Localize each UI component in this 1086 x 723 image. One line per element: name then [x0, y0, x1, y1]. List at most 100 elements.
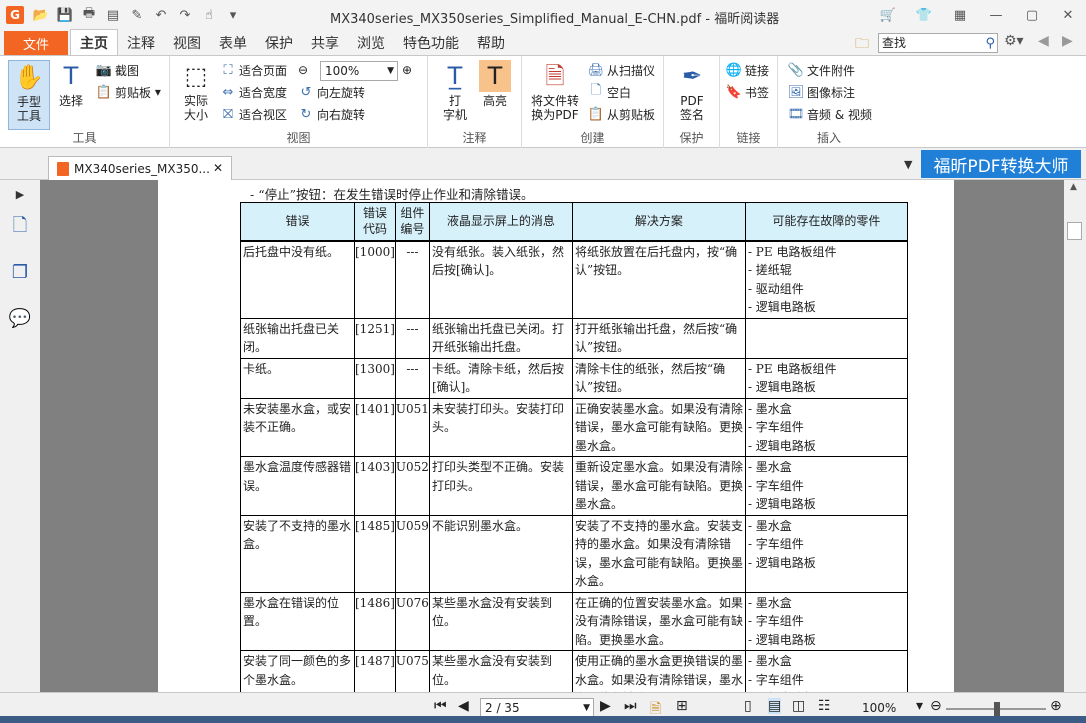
tab-list-dropdown-icon[interactable]: ▼ [904, 158, 912, 171]
tab-form[interactable]: 表单 [210, 31, 256, 55]
print-icon[interactable]: 🖶 [78, 5, 100, 25]
document-viewport[interactable]: - “停止”按钮：在发生错误时停止作业和清除错误。 错误 错误 代码 组件 编号… [40, 180, 1064, 692]
tab-browse[interactable]: 浏览 [348, 31, 394, 55]
hand-tool-button[interactable]: ✋ 手型 工具 [8, 60, 50, 130]
app-grid-icon[interactable]: ▦ [942, 2, 978, 28]
cart-icon[interactable]: 🛒 [870, 2, 906, 28]
close-tab-icon[interactable]: ✕ [213, 161, 223, 175]
tab-file[interactable]: 文件 [4, 31, 68, 55]
search-input[interactable]: 查找 ⚲ [878, 33, 998, 53]
tab-protect[interactable]: 保护 [256, 31, 302, 55]
scroll-thumb[interactable] [1067, 222, 1082, 240]
status-zoom-value: 100% [862, 701, 897, 715]
vertical-scrollbar[interactable]: ▲ [1064, 180, 1086, 692]
nav-back-icon[interactable]: ◀ [1038, 33, 1049, 49]
convert-to-pdf-button[interactable]: 🗎 将文件转 换为PDF [528, 60, 582, 122]
continuous-page-icon[interactable]: ▤ [768, 698, 782, 714]
find-folder-icon[interactable]: 🗀 [855, 33, 869, 57]
title-bar: G 📂 💾 🖶 ▤ ✎ ↶ ↷ ☝ ▾ MX340series_MX350ser… [0, 0, 1086, 30]
app-logo-icon[interactable]: G [6, 6, 24, 24]
reading-mode-icon[interactable]: ⊞ [676, 698, 688, 714]
search-icon[interactable]: ⚲ [985, 35, 995, 53]
undo-icon[interactable]: ↶ [150, 5, 172, 25]
zoom-out-icon[interactable]: ⊖ [298, 60, 308, 80]
highlight-button[interactable]: T 高亮 [478, 60, 512, 108]
nav-forward-icon[interactable]: ▶ [1062, 33, 1073, 49]
prev-page-icon[interactable]: ◀ [458, 698, 469, 714]
fit-visible-button[interactable]: ⛝ 适合视区 [220, 104, 287, 124]
document-tab[interactable]: MX340series_MX350... ✕ [48, 156, 232, 180]
comments-panel-icon[interactable]: 💬 [8, 306, 32, 330]
restore-icon[interactable]: ▢ [1014, 2, 1050, 28]
component-cell: U051 [394, 397, 430, 457]
pages-panel-icon[interactable]: ❐ [8, 260, 32, 284]
save-icon[interactable]: 💾 [54, 5, 76, 25]
scroll-up-icon[interactable]: ▲ [1070, 182, 1077, 192]
zoom-select[interactable]: 100% ▼ [320, 61, 398, 81]
header-parts: 可能存在故障的零件 [744, 202, 908, 242]
customize-dropdown-icon[interactable]: ▾ [222, 5, 244, 25]
typewriter-button[interactable]: T̲ 打 字机 [438, 60, 472, 122]
clipboard-button[interactable]: 📋 剪贴板 ▾ [96, 82, 161, 102]
bookmarks-panel-icon[interactable]: 🗋 [8, 215, 32, 240]
group-create: 🗎 将文件转 换为PDF 🖨 从扫描仪 🗋 空白 📋 从剪贴板 创建 [522, 56, 664, 148]
single-page-icon[interactable]: ▯ [744, 698, 752, 714]
zoom-in-icon[interactable]: ⊕ [402, 60, 412, 80]
skin-icon[interactable]: 👕 [906, 2, 942, 28]
settings-gear-icon[interactable]: ⚙▾ [1004, 33, 1024, 49]
open-folder-icon[interactable]: 📂 [30, 5, 52, 25]
tab-share[interactable]: 共享 [302, 31, 348, 55]
code-cell: [1000] [354, 240, 396, 319]
component-cell: --- [394, 317, 430, 359]
image-icon: 🖼 [787, 84, 805, 100]
continuous-facing-icon[interactable]: ☷ [818, 698, 831, 714]
zoom-slider[interactable] [946, 702, 1046, 716]
actual-size-button[interactable]: ⬚ 实际 大小 [178, 60, 214, 122]
actual-size-icon: ⬚ [184, 62, 208, 90]
tab-home[interactable]: 主页 [70, 29, 118, 55]
page-number-input[interactable]: 2 / 35 ▼ [480, 698, 594, 718]
fit-page-button[interactable]: ⛶ 适合页面 [220, 60, 287, 80]
expand-panel-icon[interactable]: ▶ [8, 182, 32, 206]
pdf-sign-button[interactable]: ✒ PDF 签名 [674, 60, 710, 122]
next-page-icon[interactable]: ▶ [600, 698, 611, 714]
file-attachment-button[interactable]: 📎 文件附件 [788, 60, 855, 80]
status-zoom-out-icon[interactable]: ⊖ [930, 698, 942, 714]
bookmark-button[interactable]: 🔖 书签 [726, 82, 769, 102]
tab-features[interactable]: 特色功能 [394, 31, 468, 55]
group-insert: 📎 文件附件 🖼 图像标注 🎞 音频 & 视频 插入 [778, 56, 880, 148]
redo-icon[interactable]: ↷ [174, 5, 196, 25]
first-page-icon[interactable]: ⏮ [434, 698, 447, 714]
last-page-icon[interactable]: ⏭ [624, 698, 637, 714]
promo-banner[interactable]: 福昕PDF转换大师 [921, 150, 1081, 178]
select-tool-button[interactable]: T 选择 [54, 60, 88, 108]
zoom-slider-knob[interactable] [994, 702, 1000, 716]
code-cell: [1251] [354, 317, 396, 359]
zoom-menu-icon[interactable]: ▾ [916, 698, 923, 714]
audio-video-button[interactable]: 🎞 音频 & 视频 [788, 104, 872, 124]
blank-button[interactable]: 🗋 空白 [588, 82, 631, 102]
properties-icon[interactable]: ▤ [102, 5, 124, 25]
part-item: - 墨水盒 [747, 401, 792, 416]
minimize-icon[interactable]: — [978, 2, 1014, 28]
rotate-left-button[interactable]: ↺ 向左旋转 [298, 82, 365, 102]
facing-page-icon[interactable]: ◫ [792, 698, 805, 714]
close-icon[interactable]: ✕ [1050, 2, 1086, 28]
from-clipboard-button[interactable]: 📋 从剪贴板 [588, 104, 655, 124]
snapshot-button[interactable]: 📷 截图 [96, 60, 139, 80]
tab-comment[interactable]: 注释 [118, 31, 164, 55]
tab-view[interactable]: 视图 [164, 31, 210, 55]
from-scanner-button[interactable]: 🖨 从扫描仪 [588, 60, 655, 80]
scanner-label: 从扫描仪 [607, 63, 656, 78]
hand-tool-small-icon[interactable]: ☝ [198, 5, 220, 25]
status-zoom-in-icon[interactable]: ⊕ [1050, 698, 1062, 714]
image-annotation-button[interactable]: 🖼 图像标注 [788, 82, 855, 102]
foxit-reader-window: G 📂 💾 🖶 ▤ ✎ ↶ ↷ ☝ ▾ MX340series_MX350ser… [0, 0, 1086, 723]
rotate-right-button[interactable]: ↻ 向右旋转 [298, 104, 365, 124]
fit-width-button[interactable]: ⇔ 适合宽度 [220, 82, 287, 102]
error-cell: 后托盘中没有纸。 [240, 240, 355, 319]
link-button[interactable]: 🌐 链接 [726, 60, 769, 80]
tab-help[interactable]: 帮助 [468, 31, 514, 55]
clipboard-icon: 📋 [95, 84, 113, 100]
new-icon[interactable]: ✎ [126, 5, 148, 25]
